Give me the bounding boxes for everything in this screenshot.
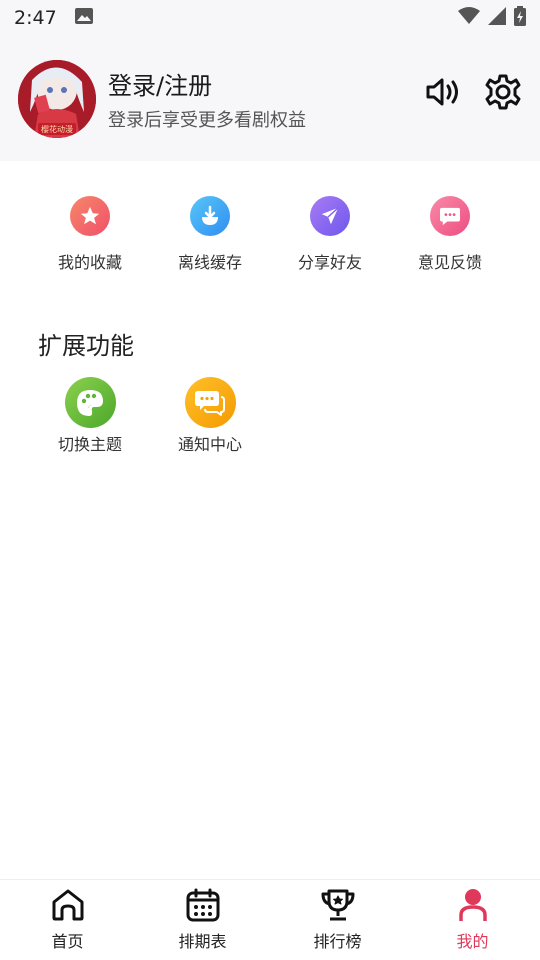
profile-header: 樱花动漫 登录/注册 登录后享受更多看剧权益 (0, 36, 540, 161)
calendar-icon (185, 888, 221, 926)
extension-list: 切换主题 通知中心 (0, 377, 540, 455)
profile-icon (455, 888, 491, 926)
share-icon (310, 196, 350, 236)
wifi-icon (458, 7, 480, 29)
extension-item-notifications[interactable]: 通知中心 (150, 377, 270, 455)
home-icon (50, 888, 86, 926)
notification-icon (184, 377, 236, 428)
nav-item-mine[interactable]: 我的 (405, 880, 540, 960)
extension-item-theme[interactable]: 切换主题 (30, 377, 150, 455)
palette-icon (64, 377, 116, 428)
bottom-nav: 首页 排期表 排行榜 我的 (0, 879, 540, 960)
download-icon (190, 196, 230, 236)
quick-label: 分享好友 (297, 253, 362, 272)
nav-label: 排期表 (178, 932, 227, 951)
gear-icon (483, 72, 523, 116)
login-title[interactable]: 登录/注册 (108, 66, 212, 101)
quick-item-share[interactable]: 分享好友 (270, 196, 390, 286)
feedback-icon (430, 196, 470, 236)
sound-button[interactable] (422, 74, 462, 114)
avatar-caption: 樱花动漫 (41, 124, 73, 134)
quick-item-favorites[interactable]: 我的收藏 (30, 196, 150, 286)
section-title-extensions: 扩展功能 (38, 332, 134, 360)
battery-icon (514, 6, 526, 30)
avatar[interactable]: 樱花动漫 (18, 60, 96, 138)
nav-label: 首页 (51, 932, 84, 951)
trophy-icon (320, 888, 356, 926)
extension-label: 切换主题 (57, 435, 122, 454)
nav-label: 排行榜 (313, 932, 362, 951)
nav-item-ranking[interactable]: 排行榜 (270, 880, 405, 960)
quick-label: 我的收藏 (57, 253, 122, 272)
extension-label: 通知中心 (177, 435, 242, 454)
settings-button[interactable] (483, 74, 523, 114)
quick-actions: 我的收藏 离线缓存 分享好友 意见反馈 (0, 196, 540, 286)
image-notification-icon (74, 8, 93, 28)
speaker-icon (422, 72, 462, 116)
status-bar: 2:47 (0, 0, 540, 36)
status-time: 2:47 (14, 7, 57, 29)
star-icon (70, 196, 110, 236)
nav-item-schedule[interactable]: 排期表 (135, 880, 270, 960)
login-subtitle: 登录后享受更多看剧权益 (108, 110, 306, 131)
nav-item-home[interactable]: 首页 (0, 880, 135, 960)
quick-label: 意见反馈 (417, 253, 482, 272)
quick-item-feedback[interactable]: 意见反馈 (390, 196, 510, 286)
cellular-signal-icon (488, 7, 506, 29)
quick-item-offline-cache[interactable]: 离线缓存 (150, 196, 270, 286)
nav-label: 我的 (456, 932, 489, 951)
quick-label: 离线缓存 (177, 253, 242, 272)
